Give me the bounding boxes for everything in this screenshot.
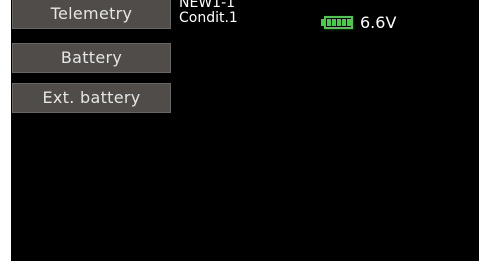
ext-battery-button[interactable]: Ext. battery (12, 83, 171, 113)
voltage-readout: 6.6V (360, 13, 397, 32)
battery-cell (342, 19, 346, 26)
battery-icon (321, 16, 353, 29)
condition-label: Condit.1 (179, 10, 238, 26)
telemetry-button[interactable]: Telemetry (12, 0, 171, 29)
battery-cell (332, 19, 336, 26)
battery-cells (327, 19, 351, 26)
model-name: NEW1-1 (179, 0, 236, 11)
battery-cell (347, 19, 351, 26)
battery-cell (337, 19, 341, 26)
battery-cell (327, 19, 331, 26)
transmitter-screen: Telemetry Battery Ext. battery NEW1-1 Co… (11, 0, 479, 261)
battery-button[interactable]: Battery (12, 43, 171, 73)
